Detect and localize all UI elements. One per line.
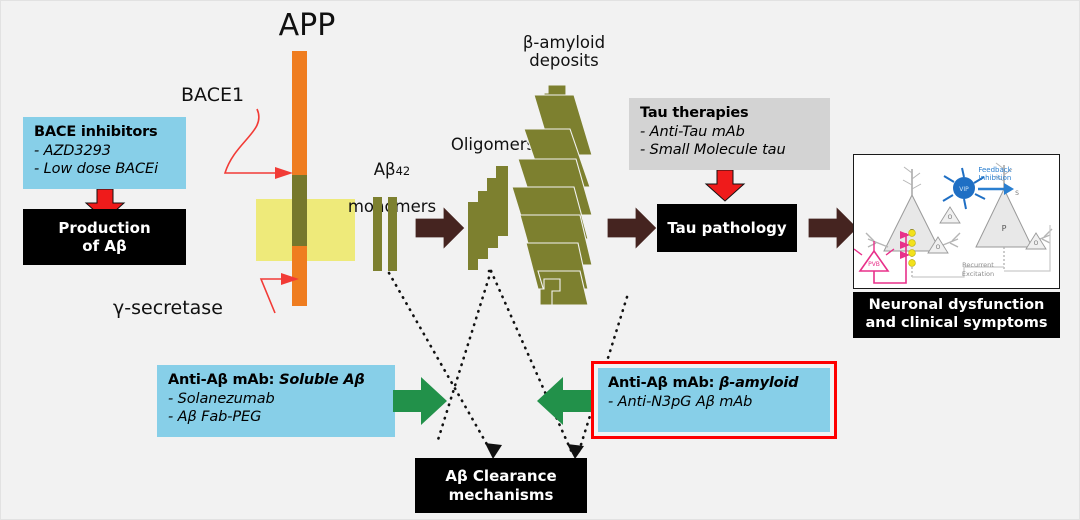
recurrent-excitation-label-line2: Excitation	[962, 270, 994, 278]
figure-canvas: APP BACE1 γ-secretase BACE inhibitors - …	[0, 0, 1080, 520]
gamma-secretase-label: γ-secretase	[113, 297, 223, 319]
dotted-arrowhead-right	[567, 444, 584, 459]
anti-ab-mab-amyloid-title: Anti-Aβ mAb: β-amyloid	[608, 374, 822, 393]
dotted-arrowhead-left	[485, 443, 502, 459]
neuron-circuit-svg: P P	[854, 155, 1059, 288]
tau-pathology-box[interactable]: Tau pathology	[657, 204, 797, 252]
anti-ab-mab-amyloid-item-0: - Anti-N3pG Aβ mAb	[608, 393, 753, 410]
bace-inhibitors-box[interactable]: BACE inhibitors - AZD3293 - Low dose BAC…	[23, 117, 186, 189]
anti-ab-mab-amyloid-frame[interactable]: Anti-Aβ mAb: β-amyloid - Anti-N3pG Aβ mA…	[591, 361, 837, 439]
anti-ab-mab-soluble-box[interactable]: Anti-Aβ mAb: Soluble Aβ - Solanezumab - …	[157, 365, 395, 437]
tau-therapies-box[interactable]: Tau therapies - Anti-Tau mAb - Small Mol…	[629, 98, 830, 170]
gamma-secretase-pointer-arrow	[259, 273, 299, 314]
ab42-monomers-main: Aβ	[373, 160, 396, 180]
recurrent-excitation-label-line1: Recurrent	[962, 261, 994, 269]
tau-therapies-item-1: - Small Molecule tau	[640, 142, 786, 159]
bace-inhibitors-title: BACE inhibitors	[34, 124, 158, 140]
arrow-deposits-to-tau	[606, 204, 658, 252]
production-of-ab-box[interactable]: Production of Aβ	[23, 209, 186, 265]
anti-ab-mab-soluble-item-0: - Solanezumab	[168, 390, 275, 407]
anti-ab-mab-amyloid-title-italic: β-amyloid	[719, 375, 799, 391]
red-down-arrow-tau-pathology	[704, 170, 746, 202]
tau-therapies-item-0: - Anti-Tau mAb	[640, 123, 745, 140]
app-title: APP	[278, 8, 336, 43]
interneuron-label-2: O	[936, 244, 941, 251]
bace-inhibitors-item-0: - AZD3293	[34, 142, 111, 159]
feedback-inhibition-label-line2: Inhibition	[979, 174, 1012, 182]
ab-clearance-mechanisms-box[interactable]: Aβ Clearance mechanisms	[415, 458, 587, 513]
green-arrow-right-clearance	[393, 377, 447, 425]
anti-ab-mab-soluble-title-italic: Soluble Aβ	[279, 372, 365, 388]
bace1-pointer-arrow	[223, 108, 293, 179]
anti-ab-mab-soluble-title: Anti-Aβ mAb: Soluble Aβ	[168, 371, 385, 390]
tau-therapies-title: Tau therapies	[640, 105, 749, 121]
green-arrow-left-clearance	[537, 377, 591, 425]
neuronal-dysfunction-box[interactable]: Neuronal dysfunction and clinical sympto…	[853, 292, 1060, 338]
bace-inhibitors-item-1: - Low dose BACEi	[34, 161, 159, 178]
anti-ab-mab-soluble-item-1: - Aβ Fab-PEG	[168, 409, 262, 426]
anti-ab-mab-soluble-title-plain: Anti-Aβ mAb:	[168, 372, 280, 388]
feedback-inhibition-label-line1: Feedback	[978, 166, 1012, 174]
sst-cell-label: S	[1015, 190, 1019, 197]
pvb-cell-label: PVB	[868, 261, 880, 268]
vip-cell-label: VIP	[959, 186, 969, 193]
beta-amyloid-deposits-label: β-amyloid deposits	[522, 33, 606, 71]
interneuron-label-3: O	[1034, 240, 1039, 247]
anti-ab-mab-amyloid-title-plain: Anti-Aβ mAb:	[608, 375, 720, 391]
pyramidal-cell-label-right: P	[1002, 224, 1007, 233]
anti-ab-mab-amyloid-box[interactable]: Anti-Aβ mAb: β-amyloid - Anti-N3pG Aβ mA…	[598, 368, 830, 432]
interneuron-label-1: O	[948, 214, 953, 221]
ab42-monomers-subscript: 42	[395, 164, 411, 179]
neuron-circuit-panel: P P	[853, 154, 1060, 289]
